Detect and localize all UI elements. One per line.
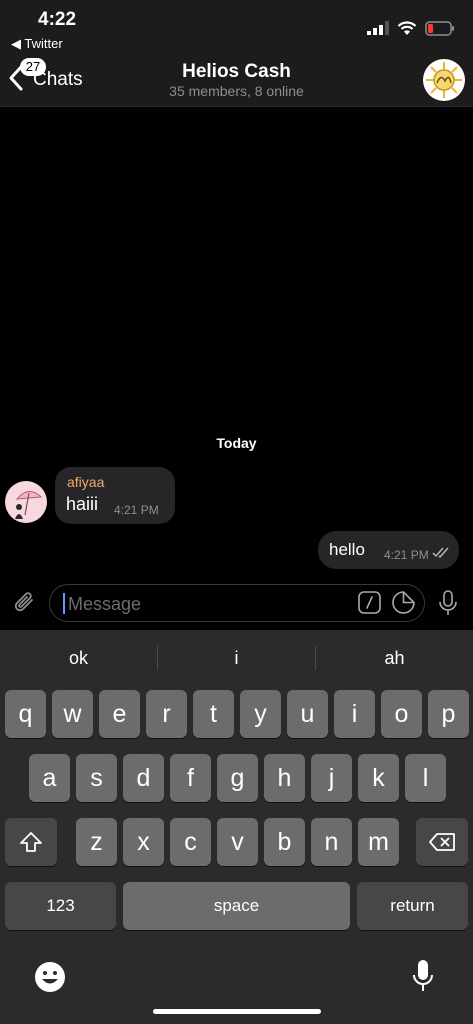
key-k[interactable]: k	[358, 754, 399, 802]
key-r[interactable]: r	[146, 690, 187, 738]
key-y[interactable]: y	[240, 690, 281, 738]
home-indicator[interactable]	[153, 1009, 321, 1014]
key-d[interactable]: d	[123, 754, 164, 802]
chat-title[interactable]: Helios Cash	[0, 61, 473, 83]
double-check-icon	[432, 547, 449, 558]
status-icons	[367, 18, 455, 38]
bot-command-icon[interactable]	[358, 591, 381, 614]
key-l[interactable]: l	[405, 754, 446, 802]
incoming-message-text: haiii	[66, 494, 99, 514]
key-q[interactable]: q	[5, 690, 46, 738]
dictation-microphone-icon[interactable]	[412, 958, 434, 994]
battery-low-icon	[425, 20, 454, 36]
suggestion-1[interactable]: ok	[0, 638, 157, 678]
message-input[interactable]	[66, 591, 350, 617]
key-n[interactable]: n	[311, 818, 352, 866]
key-c[interactable]: c	[170, 818, 211, 866]
avatar[interactable]	[5, 481, 47, 523]
key-b[interactable]: b	[264, 818, 305, 866]
cellular-signal-icon	[367, 21, 389, 35]
sun-logo-icon	[426, 62, 462, 98]
key-o[interactable]: o	[381, 690, 422, 738]
backspace-icon	[429, 833, 455, 851]
key-v[interactable]: v	[217, 818, 258, 866]
key-i[interactable]: i	[334, 690, 375, 738]
suggestion-2[interactable]: i	[158, 638, 315, 678]
key-w[interactable]: w	[52, 690, 93, 738]
umbrella-girl-avatar-icon	[15, 491, 43, 519]
outgoing-message-text: hello	[329, 540, 365, 559]
key-x[interactable]: x	[123, 818, 164, 866]
key-p[interactable]: p	[428, 690, 469, 738]
key-j[interactable]: j	[311, 754, 352, 802]
group-avatar[interactable]	[423, 59, 465, 101]
sender-name[interactable]: afiyaa	[67, 474, 104, 490]
key-u[interactable]: u	[287, 690, 328, 738]
backspace-key[interactable]	[416, 818, 468, 866]
text-caret	[63, 593, 65, 614]
return-key[interactable]: return	[357, 882, 468, 930]
key-s[interactable]: s	[76, 754, 117, 802]
date-separator: Today	[216, 435, 257, 451]
status-time: 4:22	[38, 9, 77, 30]
emoji-icon[interactable]	[34, 961, 66, 993]
back-to-app-link[interactable]: ◀ Twitter	[11, 36, 63, 52]
attach-icon[interactable]	[12, 590, 38, 616]
key-t[interactable]: t	[193, 690, 234, 738]
wifi-icon	[397, 20, 417, 35]
microphone-icon[interactable]	[437, 589, 459, 617]
shift-icon	[20, 832, 42, 852]
key-m[interactable]: m	[358, 818, 399, 866]
key-g[interactable]: g	[217, 754, 258, 802]
suggestion-3[interactable]: ah	[316, 638, 473, 678]
outgoing-message-time: 4:21 PM	[384, 548, 429, 562]
key-e[interactable]: e	[99, 690, 140, 738]
key-z[interactable]: z	[76, 818, 117, 866]
sticker-icon[interactable]	[391, 590, 416, 615]
incoming-message-time: 4:21 PM	[114, 503, 159, 517]
numbers-key[interactable]: 123	[5, 882, 116, 930]
shift-key[interactable]	[5, 818, 57, 866]
key-f[interactable]: f	[170, 754, 211, 802]
key-h[interactable]: h	[264, 754, 305, 802]
space-key[interactable]: space	[123, 882, 350, 930]
chat-subtitle: 35 members, 8 online	[169, 83, 304, 99]
key-a[interactable]: a	[29, 754, 70, 802]
